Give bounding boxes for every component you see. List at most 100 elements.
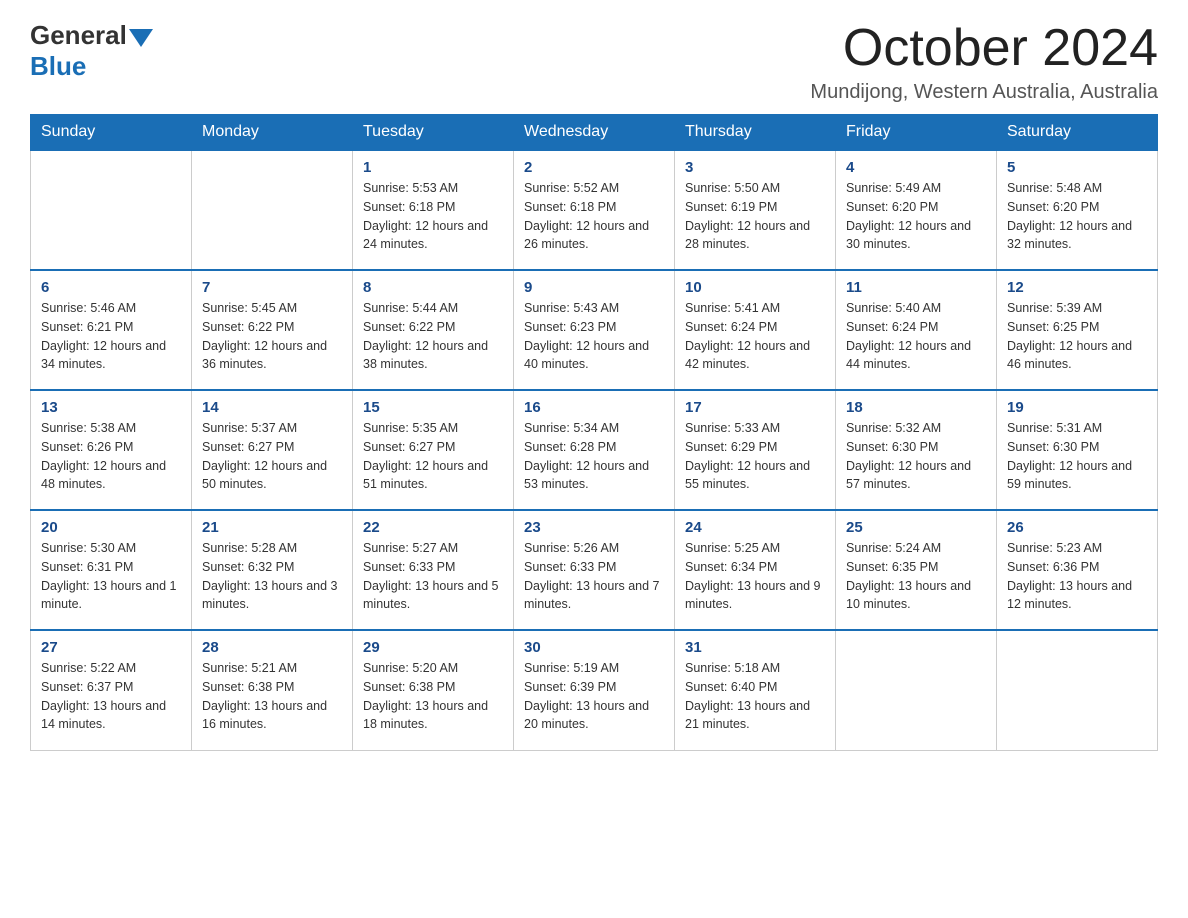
day-number: 9 bbox=[524, 279, 664, 296]
day-number: 13 bbox=[41, 399, 181, 416]
calendar-week-row: 1 Sunrise: 5:53 AMSunset: 6:18 PMDaylight… bbox=[31, 150, 1158, 270]
day-number: 26 bbox=[1007, 519, 1147, 536]
day-info: Sunrise: 5:34 AMSunset: 6:28 PMDaylight:… bbox=[524, 419, 664, 494]
table-row bbox=[31, 150, 192, 270]
day-info: Sunrise: 5:38 AMSunset: 6:26 PMDaylight:… bbox=[41, 419, 181, 494]
table-row: 17 Sunrise: 5:33 AMSunset: 6:29 PMDayligh… bbox=[675, 390, 836, 510]
day-info: Sunrise: 5:46 AMSunset: 6:21 PMDaylight:… bbox=[41, 299, 181, 374]
day-info: Sunrise: 5:39 AMSunset: 6:25 PMDaylight:… bbox=[1007, 299, 1147, 374]
calendar-week-row: 13 Sunrise: 5:38 AMSunset: 6:26 PMDayligh… bbox=[31, 390, 1158, 510]
logo-blue-text: Blue bbox=[30, 51, 153, 82]
day-number: 27 bbox=[41, 639, 181, 656]
day-number: 30 bbox=[524, 639, 664, 656]
table-row: 21 Sunrise: 5:28 AMSunset: 6:32 PMDayligh… bbox=[192, 510, 353, 630]
table-row: 12Sunrise: 5:39 AMSunset: 6:25 PMDayligh… bbox=[997, 270, 1158, 390]
day-info: Sunrise: 5:50 AMSunset: 6:19 PMDaylight:… bbox=[685, 179, 825, 254]
table-row: 10 Sunrise: 5:41 AMSunset: 6:24 PMDayligh… bbox=[675, 270, 836, 390]
table-row: 11 Sunrise: 5:40 AMSunset: 6:24 PMDayligh… bbox=[836, 270, 997, 390]
table-row: 23 Sunrise: 5:26 AMSunset: 6:33 PMDayligh… bbox=[514, 510, 675, 630]
table-row: 2Sunrise: 5:52 AMSunset: 6:18 PMDaylight… bbox=[514, 150, 675, 270]
day-number: 19 bbox=[1007, 399, 1147, 416]
table-row: 14Sunrise: 5:37 AMSunset: 6:27 PMDayligh… bbox=[192, 390, 353, 510]
day-number: 5 bbox=[1007, 159, 1147, 176]
logo-triangle-icon bbox=[129, 29, 153, 47]
table-row: 1 Sunrise: 5:53 AMSunset: 6:18 PMDaylight… bbox=[353, 150, 514, 270]
table-row: 8Sunrise: 5:44 AMSunset: 6:22 PMDaylight… bbox=[353, 270, 514, 390]
day-number: 3 bbox=[685, 159, 825, 176]
day-info: Sunrise: 5:32 AMSunset: 6:30 PMDaylight:… bbox=[846, 419, 986, 494]
calendar-week-row: 27 Sunrise: 5:22 AMSunset: 6:37 PMDayligh… bbox=[31, 630, 1158, 750]
calendar-week-row: 20 Sunrise: 5:30 AMSunset: 6:31 PMDayligh… bbox=[31, 510, 1158, 630]
day-number: 24 bbox=[685, 519, 825, 536]
month-year-title: October 2024 bbox=[810, 20, 1158, 77]
header-friday: Friday bbox=[836, 115, 997, 151]
table-row bbox=[192, 150, 353, 270]
table-row: 5 Sunrise: 5:48 AMSunset: 6:20 PMDaylight… bbox=[997, 150, 1158, 270]
day-number: 16 bbox=[524, 399, 664, 416]
table-row: 3 Sunrise: 5:50 AMSunset: 6:19 PMDaylight… bbox=[675, 150, 836, 270]
day-number: 1 bbox=[363, 159, 503, 176]
day-info: Sunrise: 5:19 AMSunset: 6:39 PMDaylight:… bbox=[524, 659, 664, 734]
table-row: 27 Sunrise: 5:22 AMSunset: 6:37 PMDayligh… bbox=[31, 630, 192, 750]
calendar-week-row: 6 Sunrise: 5:46 AMSunset: 6:21 PMDaylight… bbox=[31, 270, 1158, 390]
calendar-table: Sunday Monday Tuesday Wednesday Thursday… bbox=[30, 114, 1158, 751]
day-number: 2 bbox=[524, 159, 664, 176]
header-saturday: Saturday bbox=[997, 115, 1158, 151]
page-header: General Blue October 2024 Mundijong, Wes… bbox=[30, 20, 1158, 104]
table-row: 26 Sunrise: 5:23 AMSunset: 6:36 PMDayligh… bbox=[997, 510, 1158, 630]
day-number: 23 bbox=[524, 519, 664, 536]
location-subtitle: Mundijong, Western Australia, Australia bbox=[810, 81, 1158, 104]
table-row: 6 Sunrise: 5:46 AMSunset: 6:21 PMDaylight… bbox=[31, 270, 192, 390]
title-section: October 2024 Mundijong, Western Australi… bbox=[810, 20, 1158, 104]
day-number: 10 bbox=[685, 279, 825, 296]
day-info: Sunrise: 5:49 AMSunset: 6:20 PMDaylight:… bbox=[846, 179, 986, 254]
table-row: 9Sunrise: 5:43 AMSunset: 6:23 PMDaylight… bbox=[514, 270, 675, 390]
table-row: 24 Sunrise: 5:25 AMSunset: 6:34 PMDayligh… bbox=[675, 510, 836, 630]
table-row bbox=[836, 630, 997, 750]
day-number: 15 bbox=[363, 399, 503, 416]
day-info: Sunrise: 5:41 AMSunset: 6:24 PMDaylight:… bbox=[685, 299, 825, 374]
day-number: 7 bbox=[202, 279, 342, 296]
header-thursday: Thursday bbox=[675, 115, 836, 151]
table-row: 22 Sunrise: 5:27 AMSunset: 6:33 PMDayligh… bbox=[353, 510, 514, 630]
day-info: Sunrise: 5:35 AMSunset: 6:27 PMDaylight:… bbox=[363, 419, 503, 494]
day-info: Sunrise: 5:28 AMSunset: 6:32 PMDaylight:… bbox=[202, 539, 342, 614]
day-info: Sunrise: 5:31 AMSunset: 6:30 PMDaylight:… bbox=[1007, 419, 1147, 494]
day-info: Sunrise: 5:22 AMSunset: 6:37 PMDaylight:… bbox=[41, 659, 181, 734]
day-info: Sunrise: 5:27 AMSunset: 6:33 PMDaylight:… bbox=[363, 539, 503, 614]
day-info: Sunrise: 5:40 AMSunset: 6:24 PMDaylight:… bbox=[846, 299, 986, 374]
table-row: 7Sunrise: 5:45 AMSunset: 6:22 PMDaylight… bbox=[192, 270, 353, 390]
table-row: 31 Sunrise: 5:18 AMSunset: 6:40 PMDayligh… bbox=[675, 630, 836, 750]
table-row: 29 Sunrise: 5:20 AMSunset: 6:38 PMDayligh… bbox=[353, 630, 514, 750]
day-number: 20 bbox=[41, 519, 181, 536]
day-info: Sunrise: 5:26 AMSunset: 6:33 PMDaylight:… bbox=[524, 539, 664, 614]
day-info: Sunrise: 5:25 AMSunset: 6:34 PMDaylight:… bbox=[685, 539, 825, 614]
day-number: 31 bbox=[685, 639, 825, 656]
header-wednesday: Wednesday bbox=[514, 115, 675, 151]
day-number: 28 bbox=[202, 639, 342, 656]
table-row: 4Sunrise: 5:49 AMSunset: 6:20 PMDaylight… bbox=[836, 150, 997, 270]
day-info: Sunrise: 5:23 AMSunset: 6:36 PMDaylight:… bbox=[1007, 539, 1147, 614]
table-row: 20 Sunrise: 5:30 AMSunset: 6:31 PMDayligh… bbox=[31, 510, 192, 630]
day-info: Sunrise: 5:20 AMSunset: 6:38 PMDaylight:… bbox=[363, 659, 503, 734]
day-number: 22 bbox=[363, 519, 503, 536]
day-info: Sunrise: 5:53 AMSunset: 6:18 PMDaylight:… bbox=[363, 179, 503, 254]
day-info: Sunrise: 5:44 AMSunset: 6:22 PMDaylight:… bbox=[363, 299, 503, 374]
table-row: 16 Sunrise: 5:34 AMSunset: 6:28 PMDayligh… bbox=[514, 390, 675, 510]
day-info: Sunrise: 5:24 AMSunset: 6:35 PMDaylight:… bbox=[846, 539, 986, 614]
day-info: Sunrise: 5:18 AMSunset: 6:40 PMDaylight:… bbox=[685, 659, 825, 734]
table-row: 28 Sunrise: 5:21 AMSunset: 6:38 PMDayligh… bbox=[192, 630, 353, 750]
day-info: Sunrise: 5:30 AMSunset: 6:31 PMDaylight:… bbox=[41, 539, 181, 614]
day-info: Sunrise: 5:48 AMSunset: 6:20 PMDaylight:… bbox=[1007, 179, 1147, 254]
table-row: 15 Sunrise: 5:35 AMSunset: 6:27 PMDayligh… bbox=[353, 390, 514, 510]
logo: General Blue bbox=[30, 20, 153, 82]
day-number: 11 bbox=[846, 279, 986, 296]
table-row bbox=[997, 630, 1158, 750]
day-number: 21 bbox=[202, 519, 342, 536]
day-info: Sunrise: 5:21 AMSunset: 6:38 PMDaylight:… bbox=[202, 659, 342, 734]
day-number: 29 bbox=[363, 639, 503, 656]
day-number: 17 bbox=[685, 399, 825, 416]
table-row: 30 Sunrise: 5:19 AMSunset: 6:39 PMDayligh… bbox=[514, 630, 675, 750]
day-info: Sunrise: 5:33 AMSunset: 6:29 PMDaylight:… bbox=[685, 419, 825, 494]
day-number: 6 bbox=[41, 279, 181, 296]
